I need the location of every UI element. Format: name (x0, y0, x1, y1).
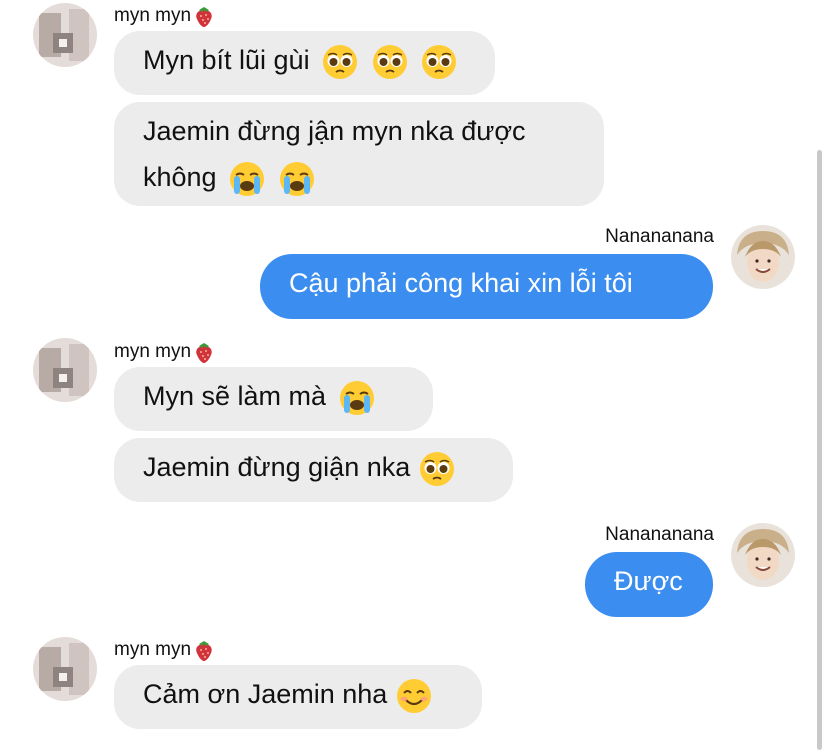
message-text: Cậu phải công khai xin lỗi tôi (289, 268, 633, 298)
crying-face-icon (228, 160, 266, 198)
crying-face-icon (278, 160, 316, 198)
avatar-myn[interactable] (33, 338, 97, 402)
pleading-face-icon (420, 43, 458, 81)
message-bubble-incoming[interactable]: Cảm ơn Jaemin nha (114, 665, 482, 729)
message-bubble-incoming[interactable]: Myn bít lũi gùi (114, 31, 495, 95)
smiling-face-icon (395, 677, 433, 715)
sender-name: myn myn (114, 340, 215, 364)
sender-name: Nanananana (605, 524, 714, 545)
scrollbar[interactable] (817, 150, 822, 750)
message-text: Được (614, 566, 683, 596)
avatar-myn[interactable] (33, 3, 97, 67)
strawberry-icon (193, 340, 215, 364)
message-bubble-incoming[interactable]: Jaemin đừng giận nka (114, 438, 513, 502)
message-bubble-outgoing[interactable]: Cậu phải công khai xin lỗi tôi (260, 254, 713, 319)
message-bubble-incoming[interactable]: Myn sẽ làm mà (114, 367, 433, 431)
message-text: Myn bít lũi gùi (143, 45, 310, 75)
strawberry-icon (193, 4, 215, 28)
avatar-myn[interactable] (33, 637, 97, 701)
avatar-nanananana[interactable] (731, 225, 795, 289)
strawberry-icon (193, 638, 215, 662)
message-bubble-incoming[interactable]: Jaemin đừng jận myn nka được không (114, 102, 604, 206)
pleading-face-icon (371, 43, 409, 81)
sender-name: myn myn (114, 4, 215, 28)
avatar-nanananana[interactable] (731, 523, 795, 587)
message-text: Myn sẽ làm mà (143, 381, 327, 411)
pleading-face-icon (321, 43, 359, 81)
pleading-face-icon (418, 450, 456, 488)
sender-name: Nanananana (605, 226, 714, 247)
message-text: Jaemin đừng giận nka (143, 452, 411, 482)
message-bubble-outgoing[interactable]: Được (585, 552, 713, 617)
crying-face-icon (338, 379, 376, 417)
message-text: Cảm ơn Jaemin nha (143, 679, 388, 709)
sender-name: myn myn (114, 638, 215, 662)
message-text: Jaemin đừng jận myn nka được không (143, 116, 526, 192)
